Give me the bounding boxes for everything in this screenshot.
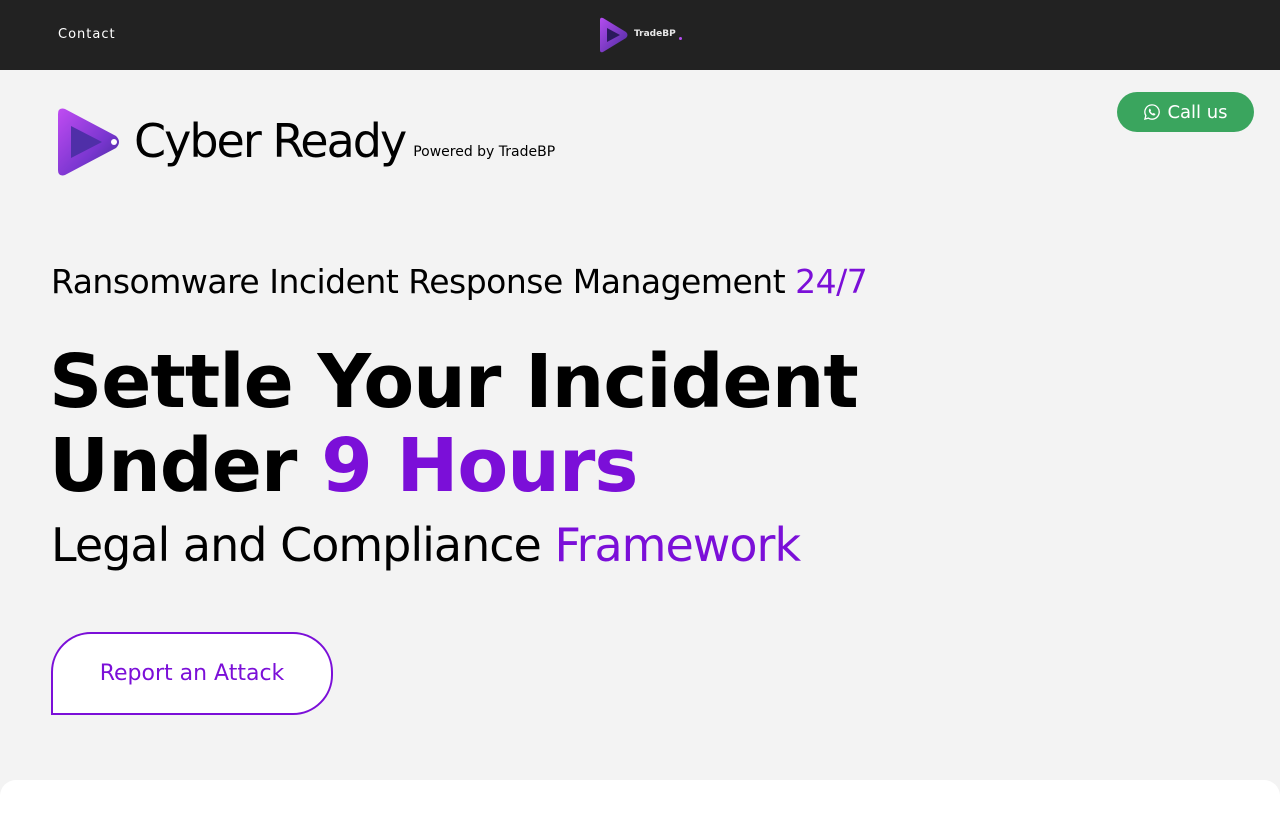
report-attack-button[interactable]: Report an Attack bbox=[51, 632, 333, 715]
subheading-accent: 24/7 bbox=[795, 262, 868, 301]
hero-title: Settle Your Incident Under 9 Hours bbox=[49, 339, 859, 509]
tagline-accent: Framework bbox=[554, 518, 801, 572]
content-panel-edge bbox=[0, 780, 1280, 820]
brand-play-logo-icon bbox=[56, 106, 122, 178]
hero-title-line1: Settle Your Incident bbox=[49, 339, 859, 425]
header-logo-text: TradeBP bbox=[634, 29, 676, 39]
hero-title-line2-accent: 9 Hours bbox=[321, 423, 638, 509]
nav-contact-link[interactable]: Contact bbox=[58, 27, 116, 42]
brand-name: Cyber Ready bbox=[134, 114, 407, 168]
brand-powered-by: Powered by TradeBP bbox=[413, 144, 556, 160]
header-logo-dot bbox=[679, 37, 682, 40]
service-subheading: Ransomware Incident Response Management … bbox=[51, 262, 868, 301]
subheading-main: Ransomware Incident Response Management bbox=[51, 262, 796, 301]
play-logo-icon bbox=[600, 17, 628, 53]
hero-tagline: Legal and Compliance Framework bbox=[51, 518, 801, 572]
call-us-label: Call us bbox=[1167, 101, 1228, 123]
top-navigation-bar: Contact TradeBP bbox=[0, 0, 1280, 70]
hero-title-line2-main: Under bbox=[49, 423, 322, 509]
call-us-button[interactable]: Call us bbox=[1117, 92, 1254, 132]
brand-lockup: Cyber Ready Powered by TradeBP bbox=[56, 104, 555, 178]
whatsapp-icon bbox=[1144, 104, 1161, 120]
tagline-main: Legal and Compliance bbox=[51, 518, 555, 572]
header-logo[interactable]: TradeBP bbox=[596, 16, 688, 54]
